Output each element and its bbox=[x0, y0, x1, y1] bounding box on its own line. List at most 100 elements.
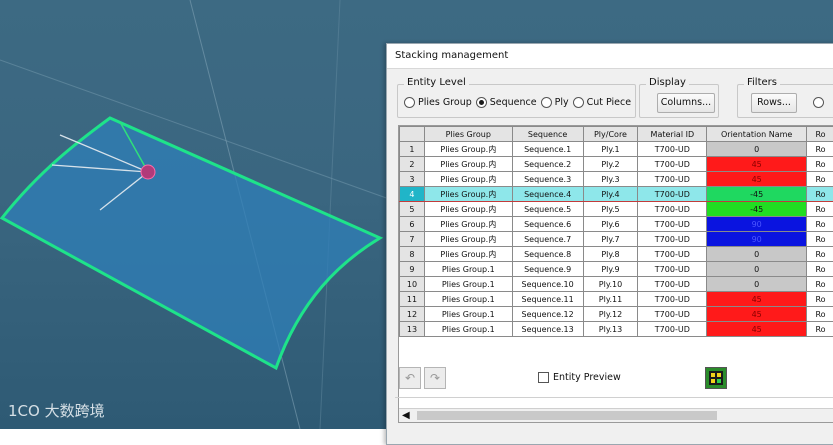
table-row[interactable]: 5Plies Group.内Sequence.5Ply.5T700-UD-45R… bbox=[400, 202, 833, 217]
table-row[interactable]: 12Plies Group.1Sequence.12Ply.12T700-UD4… bbox=[400, 307, 833, 322]
orientation-cell[interactable]: -45 bbox=[707, 202, 807, 217]
ply-cell[interactable]: Ply.13 bbox=[583, 322, 638, 337]
table-row[interactable]: 3Plies Group.内Sequence.3Ply.3T700-UD45Ro bbox=[400, 172, 833, 187]
header-sequence[interactable]: Sequence bbox=[512, 127, 583, 142]
ply-cell[interactable]: Ply.7 bbox=[583, 232, 638, 247]
row-number-cell[interactable]: 4 bbox=[400, 187, 425, 202]
radio-ply[interactable]: Ply bbox=[541, 97, 569, 108]
ro-cell[interactable]: Ro bbox=[807, 307, 833, 322]
table-row[interactable]: 11Plies Group.1Sequence.11Ply.11T700-UD4… bbox=[400, 292, 833, 307]
ply-cell[interactable]: Ply.3 bbox=[583, 172, 638, 187]
material-cell[interactable]: T700-UD bbox=[638, 292, 707, 307]
orientation-cell[interactable]: 90 bbox=[707, 217, 807, 232]
orientation-cell[interactable]: 45 bbox=[707, 157, 807, 172]
horizontal-scrollbar[interactable]: ◀ bbox=[399, 408, 833, 422]
table-row[interactable]: 8Plies Group.内Sequence.8Ply.8T700-UD0Ro bbox=[400, 247, 833, 262]
columns-button[interactable]: Columns... bbox=[657, 93, 715, 113]
redo-icon[interactable]: ↷ bbox=[424, 367, 446, 389]
header-ro[interactable]: Ro bbox=[807, 127, 833, 142]
radio-cut-piece[interactable]: Cut Piece bbox=[573, 97, 631, 108]
header-material-id[interactable]: Material ID bbox=[638, 127, 707, 142]
ply-cell[interactable]: Ply.11 bbox=[583, 292, 638, 307]
radio-plies-group[interactable]: Plies Group bbox=[404, 97, 472, 108]
sequence-cell[interactable]: Sequence.13 bbox=[512, 322, 583, 337]
sequence-cell[interactable]: Sequence.2 bbox=[512, 157, 583, 172]
material-cell[interactable]: T700-UD bbox=[638, 202, 707, 217]
material-cell[interactable]: T700-UD bbox=[638, 157, 707, 172]
ro-cell[interactable]: Ro bbox=[807, 247, 833, 262]
ply-cell[interactable]: Ply.8 bbox=[583, 247, 638, 262]
table-row[interactable]: 4Plies Group.内Sequence.4Ply.4T700-UD-45R… bbox=[400, 187, 833, 202]
plies-group-cell[interactable]: Plies Group.1 bbox=[424, 307, 512, 322]
orientation-cell[interactable]: 0 bbox=[707, 247, 807, 262]
material-cell[interactable]: T700-UD bbox=[638, 322, 707, 337]
table-row[interactable]: 6Plies Group.内Sequence.6Ply.6T700-UD90Ro bbox=[400, 217, 833, 232]
plies-group-cell[interactable]: Plies Group.1 bbox=[424, 262, 512, 277]
header-plies-group[interactable]: Plies Group bbox=[424, 127, 512, 142]
orientation-cell[interactable]: 0 bbox=[707, 262, 807, 277]
table-row[interactable]: 10Plies Group.1Sequence.10Ply.10T700-UD0… bbox=[400, 277, 833, 292]
material-cell[interactable]: T700-UD bbox=[638, 142, 707, 157]
material-cell[interactable]: T700-UD bbox=[638, 262, 707, 277]
table-row[interactable]: 13Plies Group.1Sequence.13Ply.13T700-UD4… bbox=[400, 322, 833, 337]
ply-cell[interactable]: Ply.12 bbox=[583, 307, 638, 322]
ply-cell[interactable]: Ply.5 bbox=[583, 202, 638, 217]
sequence-cell[interactable]: Sequence.5 bbox=[512, 202, 583, 217]
table-row[interactable]: 7Plies Group.内Sequence.7Ply.7T700-UD90Ro bbox=[400, 232, 833, 247]
ply-cell[interactable]: Ply.2 bbox=[583, 157, 638, 172]
filter-radio[interactable] bbox=[813, 97, 827, 108]
sequence-cell[interactable]: Sequence.4 bbox=[512, 187, 583, 202]
row-number-cell[interactable]: 3 bbox=[400, 172, 425, 187]
row-number-cell[interactable]: 7 bbox=[400, 232, 425, 247]
sequence-cell[interactable]: Sequence.9 bbox=[512, 262, 583, 277]
material-cell[interactable]: T700-UD bbox=[638, 217, 707, 232]
ply-cell[interactable]: Ply.4 bbox=[583, 187, 638, 202]
ro-cell[interactable]: Ro bbox=[807, 157, 833, 172]
ply-cell[interactable]: Ply.9 bbox=[583, 262, 638, 277]
sequence-cell[interactable]: Sequence.12 bbox=[512, 307, 583, 322]
ro-cell[interactable]: Ro bbox=[807, 232, 833, 247]
row-number-cell[interactable]: 11 bbox=[400, 292, 425, 307]
orientation-cell[interactable]: 0 bbox=[707, 277, 807, 292]
radio-sequence[interactable]: Sequence bbox=[476, 97, 537, 108]
sequence-cell[interactable]: Sequence.11 bbox=[512, 292, 583, 307]
undo-icon[interactable]: ↶ bbox=[399, 367, 421, 389]
ro-cell[interactable]: Ro bbox=[807, 292, 833, 307]
orientation-cell[interactable]: 45 bbox=[707, 172, 807, 187]
ply-cell[interactable]: Ply.6 bbox=[583, 217, 638, 232]
ro-cell[interactable]: Ro bbox=[807, 217, 833, 232]
table-row[interactable]: 9Plies Group.1Sequence.9Ply.9T700-UD0Ro bbox=[400, 262, 833, 277]
row-number-cell[interactable]: 12 bbox=[400, 307, 425, 322]
plies-group-cell[interactable]: Plies Group.1 bbox=[424, 292, 512, 307]
sequence-cell[interactable]: Sequence.10 bbox=[512, 277, 583, 292]
row-number-cell[interactable]: 6 bbox=[400, 217, 425, 232]
plies-group-cell[interactable]: Plies Group.内 bbox=[424, 187, 512, 202]
header-ply-core[interactable]: Ply/Core bbox=[583, 127, 638, 142]
ro-cell[interactable]: Ro bbox=[807, 172, 833, 187]
scroll-left-icon[interactable]: ◀ bbox=[402, 409, 410, 422]
ro-cell[interactable]: Ro bbox=[807, 262, 833, 277]
rows-button[interactable]: Rows... bbox=[751, 93, 797, 113]
table-row[interactable]: 1Plies Group.内Sequence.1Ply.1T700-UD0Ro bbox=[400, 142, 833, 157]
material-cell[interactable]: T700-UD bbox=[638, 247, 707, 262]
plies-group-cell[interactable]: Plies Group.内 bbox=[424, 247, 512, 262]
row-number-cell[interactable]: 5 bbox=[400, 202, 425, 217]
material-cell[interactable]: T700-UD bbox=[638, 187, 707, 202]
scroll-thumb[interactable] bbox=[417, 411, 717, 420]
row-number-cell[interactable]: 10 bbox=[400, 277, 425, 292]
row-number-cell[interactable]: 9 bbox=[400, 262, 425, 277]
orientation-cell[interactable]: -45 bbox=[707, 187, 807, 202]
sequence-cell[interactable]: Sequence.8 bbox=[512, 247, 583, 262]
sequence-cell[interactable]: Sequence.3 bbox=[512, 172, 583, 187]
header-corner[interactable] bbox=[400, 127, 425, 142]
orientation-cell[interactable]: 45 bbox=[707, 307, 807, 322]
ro-cell[interactable]: Ro bbox=[807, 187, 833, 202]
ro-cell[interactable]: Ro bbox=[807, 277, 833, 292]
plies-group-cell[interactable]: Plies Group.内 bbox=[424, 142, 512, 157]
entity-preview-checkbox[interactable]: Entity Preview bbox=[538, 372, 621, 383]
material-cell[interactable]: T700-UD bbox=[638, 232, 707, 247]
sequence-cell[interactable]: Sequence.7 bbox=[512, 232, 583, 247]
sequence-cell[interactable]: Sequence.6 bbox=[512, 217, 583, 232]
plies-group-cell[interactable]: Plies Group.内 bbox=[424, 202, 512, 217]
ply-cell[interactable]: Ply.10 bbox=[583, 277, 638, 292]
